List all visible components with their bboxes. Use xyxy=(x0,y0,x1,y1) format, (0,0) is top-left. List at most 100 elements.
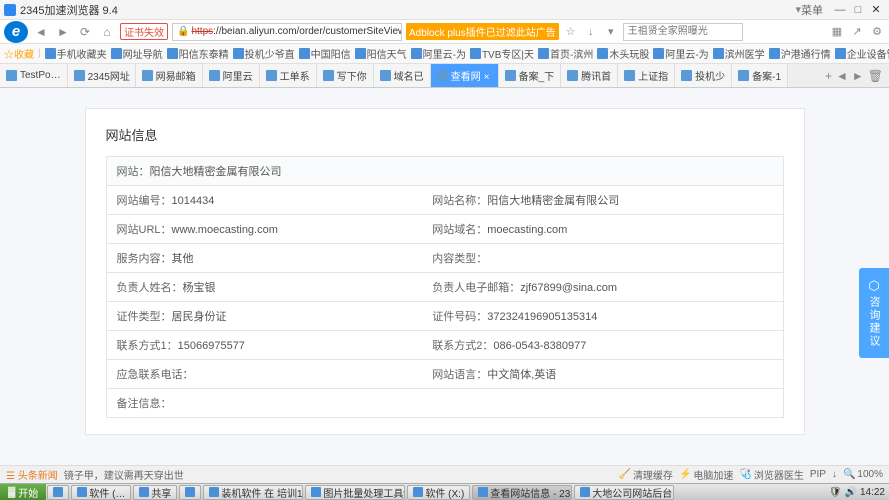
page-content: 网站信息 网站：阳信大地精密金属有限公司 网站编号：1014434网站名称：阳信… xyxy=(0,88,889,465)
task-icon xyxy=(311,487,321,497)
tab-icon xyxy=(567,70,578,81)
bookmark-item[interactable]: TVB专区|天 xyxy=(470,46,534,61)
bookmark-item[interactable]: 阳信东泰精 xyxy=(167,46,229,61)
taskbar-item[interactable]: 软件 (… xyxy=(71,485,131,500)
system-tray[interactable]: 🛡 🔊 14:22 xyxy=(825,487,889,498)
bookmark-icon xyxy=(835,48,846,59)
tab[interactable]: 备案_下 xyxy=(499,64,562,87)
taskbar-item[interactable] xyxy=(47,485,69,500)
start-button[interactable]: ▓开始 xyxy=(0,484,46,500)
grid-icon[interactable]: ▦ xyxy=(829,24,845,40)
panel-heading: 网站信息 xyxy=(106,125,784,144)
tab[interactable]: 上证指 xyxy=(618,64,675,87)
tray-icon[interactable]: 🛡 xyxy=(829,487,842,498)
tab[interactable]: 阿里云 xyxy=(203,64,260,87)
close-button[interactable]: ✕ xyxy=(867,2,885,18)
favorites-button[interactable]: ☆收藏 xyxy=(4,46,34,61)
table-row: 证件类型：居民身份证证件号码：372324196905135314 xyxy=(106,302,783,331)
table-row: 网站编号：1014434网站名称：阳信大地精密金属有限公司 xyxy=(106,186,783,215)
bookmarks-bar: ☆收藏 | 手机收藏夹 网址导航 阳信东泰精 投机少爷直 中国阳信 阳信天气 阿… xyxy=(0,44,889,64)
bookmark-item[interactable]: 阿里云-为 xyxy=(653,46,708,61)
clock[interactable]: 14:22 xyxy=(860,487,885,498)
bookmark-item[interactable]: 木头玩股 xyxy=(597,46,649,61)
task-icon xyxy=(209,487,219,497)
bookmark-item[interactable]: 投机少爷直 xyxy=(233,46,295,61)
bookmark-item[interactable]: 滨州医学 xyxy=(713,46,765,61)
tab[interactable]: 工单系 xyxy=(260,64,317,87)
speedup-button[interactable]: ⚡电脑加速 xyxy=(679,467,733,482)
expand-icon[interactable]: ↗ xyxy=(849,24,865,40)
bookmark-icon xyxy=(299,48,310,59)
taskbar-item[interactable] xyxy=(179,485,201,500)
bookmark-item[interactable]: 沪港通行情 xyxy=(769,46,831,61)
bookmark-item[interactable]: 中国阳信 xyxy=(299,46,351,61)
task-icon xyxy=(478,487,488,497)
lock-icon: 🔒 xyxy=(177,26,189,37)
table-row: 服务内容：其他内容类型： xyxy=(106,244,783,273)
bookmark-item[interactable]: 阳信天气 xyxy=(355,46,407,61)
taskbar-item[interactable]: 共享 xyxy=(133,485,177,500)
reload-button[interactable]: ⟳ xyxy=(76,23,94,41)
taskbar-item[interactable]: 大地公司网站后台… xyxy=(574,485,674,500)
dropdown-icon[interactable]: ▾ xyxy=(603,24,619,40)
doctor-button[interactable]: 🩺浏览器医生 xyxy=(739,467,803,482)
clean-cache-button[interactable]: 🧹清理缓存 xyxy=(618,467,672,482)
back-button[interactable]: ◄ xyxy=(32,23,50,41)
taskbar-item[interactable]: 图片批量处理工具v7.0 … xyxy=(305,485,405,500)
home-button[interactable]: ⌂ xyxy=(98,23,116,41)
star-icon[interactable]: ☆ xyxy=(563,24,579,40)
tab[interactable]: 写下你 xyxy=(317,64,374,87)
search-input[interactable] xyxy=(623,23,743,41)
tab-icon xyxy=(380,70,391,81)
tab[interactable]: 备案-1 xyxy=(732,64,788,87)
tab[interactable]: TestPo… xyxy=(0,64,68,87)
menu-button[interactable]: 菜单 xyxy=(801,2,823,18)
browser-logo[interactable] xyxy=(4,21,28,43)
pip-button[interactable]: PIP xyxy=(810,469,826,480)
url-input[interactable]: 🔒 https://beian.aliyun.com/order/custome… xyxy=(172,23,402,41)
forward-button[interactable]: ► xyxy=(54,23,72,41)
minimize-button[interactable]: — xyxy=(831,2,849,18)
tab-trash-button[interactable]: 🗑 xyxy=(868,69,883,83)
news-button[interactable]: ☰ 头条新闻 xyxy=(6,467,58,482)
tab[interactable]: 网易邮箱 xyxy=(136,64,203,87)
tab-active[interactable]: 查看网× xyxy=(431,64,499,87)
tab-icon xyxy=(74,70,85,81)
cert-error-badge[interactable]: 证书失效 xyxy=(120,23,168,40)
tab-icon xyxy=(266,70,277,81)
address-bar: ◄ ► ⟳ ⌂ 证书失效 🔒 https://beian.aliyun.com/… xyxy=(0,20,889,44)
taskbar-item[interactable]: 装机软件 在 培训1 上 xyxy=(203,485,303,500)
new-tab-button[interactable]: + xyxy=(825,69,832,83)
tab-icon xyxy=(142,70,153,81)
bookmark-item[interactable]: 手机收藏夹 xyxy=(45,46,107,61)
bookmark-icon xyxy=(111,48,122,59)
zoom-indicator[interactable]: 🔍100% xyxy=(843,469,883,480)
taskbar-item-active[interactable]: 查看网站信息 - 23… xyxy=(472,485,572,500)
bookmark-icon xyxy=(713,48,724,59)
task-icon xyxy=(185,487,195,497)
bookmark-icon xyxy=(597,48,608,59)
scroll-left-button[interactable]: ◄ xyxy=(836,69,848,83)
settings-icon[interactable]: ⚙ xyxy=(869,24,885,40)
download-indicator[interactable]: ↓ xyxy=(832,469,837,480)
tray-icon[interactable]: 🔊 xyxy=(845,487,857,498)
bookmark-item[interactable]: 阿里云-为 xyxy=(411,46,466,61)
bookmark-item[interactable]: 企业设备管 xyxy=(835,46,889,61)
tab[interactable]: 域名已 xyxy=(374,64,431,87)
maximize-button[interactable]: □ xyxy=(849,2,867,18)
taskbar-item[interactable]: 软件 (X:) xyxy=(407,485,470,500)
news-ticker[interactable]: 镜子甲，建议需再天穿出世 xyxy=(64,467,184,482)
bookmark-item[interactable]: 网址导航 xyxy=(111,46,163,61)
feedback-widget[interactable]: ⬡ 咨询建议 xyxy=(859,268,889,358)
tab-close-icon[interactable]: × xyxy=(484,72,492,80)
tab[interactable]: 投机少 xyxy=(675,64,732,87)
bookmark-icon xyxy=(411,48,422,59)
url-protocol: https xyxy=(191,26,213,37)
scroll-right-button[interactable]: ► xyxy=(852,69,864,83)
tab[interactable]: 腾讯首 xyxy=(561,64,618,87)
download-icon[interactable]: ↓ xyxy=(583,24,599,40)
adblock-badge[interactable]: Adblock plus插件已过滤此站广告 xyxy=(406,23,559,40)
tab[interactable]: 2345网址 xyxy=(68,64,136,87)
bookmark-item[interactable]: 首页-滨州 xyxy=(538,46,593,61)
windows-icon: ▓ xyxy=(8,487,15,498)
